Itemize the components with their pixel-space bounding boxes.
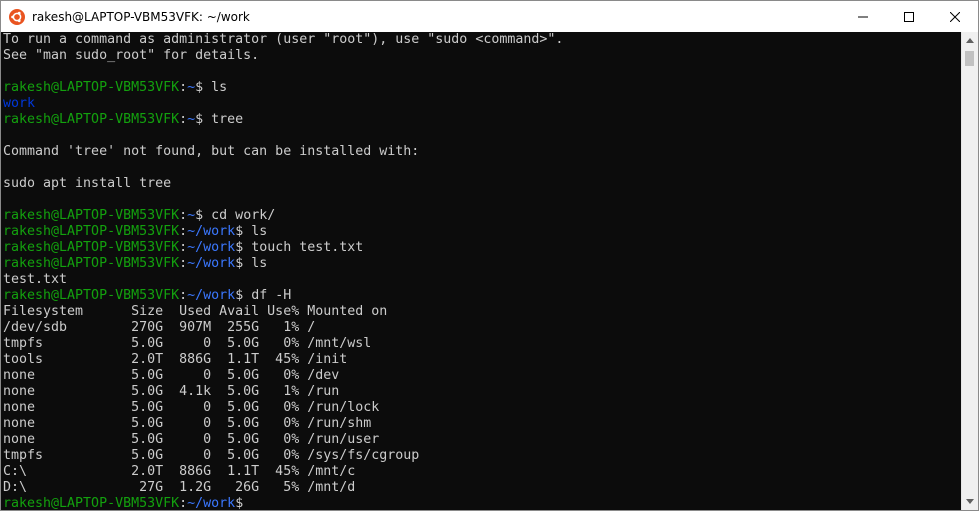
terminal-line: rakesh@LAPTOP-VBM53VFK:~/work$ ls <box>3 256 962 272</box>
terminal-line: tmpfs 5.0G 0 5.0G 0% /mnt/wsl <box>3 336 962 352</box>
terminal-text: : <box>179 256 188 271</box>
terminal-line: rakesh@LAPTOP-VBM53VFK:~/work$ ls <box>3 224 962 240</box>
terminal-text: To run a command as administrator (user … <box>3 32 564 47</box>
close-button[interactable] <box>932 1 978 32</box>
minimize-icon <box>858 16 868 17</box>
terminal-line: Filesystem Size Used Avail Use% Mounted … <box>3 304 962 320</box>
terminal-text: C:\ 2.0T 886G 1.1T 45% /mnt/c <box>3 464 356 479</box>
scroll-down-button[interactable] <box>962 493 978 510</box>
terminal-line: tmpfs 5.0G 0 5.0G 0% /sys/fs/cgroup <box>3 448 962 464</box>
minimize-button[interactable] <box>840 1 886 32</box>
terminal-line: rakesh@LAPTOP-VBM53VFK:~/work$ touch tes… <box>3 240 962 256</box>
terminal-text: : <box>179 80 188 95</box>
terminal-text: $ tree <box>195 112 244 127</box>
scroll-up-button[interactable] <box>962 32 978 49</box>
directory-entry: work <box>3 96 36 111</box>
prompt-path: ~/work <box>187 224 236 239</box>
terminal-line: none 5.0G 4.1k 5.0G 1% /run <box>3 384 962 400</box>
prompt-path: ~ <box>187 208 196 223</box>
terminal-text: $ ls <box>195 80 228 95</box>
terminal-text: none 5.0G 0 5.0G 0% /run/shm <box>3 416 372 431</box>
terminal-line: D:\ 27G 1.2G 26G 5% /mnt/d <box>3 480 962 496</box>
terminal-text: $ ls <box>235 256 268 271</box>
terminal-output[interactable]: To run a command as administrator (user … <box>1 32 962 510</box>
prompt-user-host: rakesh@LAPTOP-VBM53VFK <box>3 112 180 127</box>
prompt-user-host: rakesh@LAPTOP-VBM53VFK <box>3 256 180 271</box>
terminal-text: : <box>179 496 188 510</box>
terminal-text: test.txt <box>3 272 68 287</box>
terminal-line: rakesh@LAPTOP-VBM53VFK:~$ ls <box>3 80 962 96</box>
terminal-text: : <box>179 240 188 255</box>
terminal-text: tools 2.0T 886G 1.1T 45% /init <box>3 352 348 367</box>
terminal-text: sudo apt install tree <box>3 176 172 191</box>
terminal-text: : <box>179 224 188 239</box>
terminal-line: rakesh@LAPTOP-VBM53VFK:~$ tree <box>3 112 962 128</box>
prompt-path: ~/work <box>187 496 236 510</box>
terminal-line: Command 'tree' not found, but can be ins… <box>3 144 962 160</box>
terminal-text: $ cd work/ <box>195 208 276 223</box>
prompt-user-host: rakesh@LAPTOP-VBM53VFK <box>3 80 180 95</box>
terminal-line: none 5.0G 0 5.0G 0% /run/shm <box>3 416 962 432</box>
prompt-path: ~ <box>187 112 196 127</box>
prompt-user-host: rakesh@LAPTOP-VBM53VFK <box>3 288 180 303</box>
terminal-line: rakesh@LAPTOP-VBM53VFK:~/work$ df -H <box>3 288 962 304</box>
terminal-line: See "man sudo_root" for details. <box>3 48 962 64</box>
terminal-line: none 5.0G 0 5.0G 0% /run/user <box>3 432 962 448</box>
terminal-line: rakesh@LAPTOP-VBM53VFK:~$ cd work/ <box>3 208 962 224</box>
terminal-line: test.txt <box>3 272 962 288</box>
terminal-text: Filesystem Size Used Avail Use% Mounted … <box>3 304 388 319</box>
close-icon <box>950 11 960 22</box>
prompt-path: ~/work <box>187 256 236 271</box>
terminal-text: tmpfs 5.0G 0 5.0G 0% /sys/fs/cgroup <box>3 448 420 463</box>
maximize-button[interactable] <box>886 1 932 32</box>
terminal-line: C:\ 2.0T 886G 1.1T 45% /mnt/c <box>3 464 962 480</box>
terminal-line: none 5.0G 0 5.0G 0% /run/lock <box>3 400 962 416</box>
maximize-icon <box>904 11 914 22</box>
prompt-user-host: rakesh@LAPTOP-VBM53VFK <box>3 240 180 255</box>
terminal-line: rakesh@LAPTOP-VBM53VFK:~/work$ <box>3 496 962 510</box>
terminal-text: $ ls <box>235 224 268 239</box>
terminal-text: tmpfs 5.0G 0 5.0G 0% /mnt/wsl <box>3 336 372 351</box>
terminal-text: See "man sudo_root" for details. <box>3 48 260 63</box>
prompt-path: ~ <box>187 80 196 95</box>
caret-up-icon <box>966 38 974 43</box>
terminal-text: : <box>179 112 188 127</box>
terminal-text: none 5.0G 0 5.0G 0% /run/lock <box>3 400 380 415</box>
caret-down-icon <box>966 499 974 504</box>
terminal-text: $ df -H <box>235 288 292 303</box>
terminal-text: none 5.0G 0 5.0G 0% /run/user <box>3 432 380 447</box>
prompt-path: ~/work <box>187 288 236 303</box>
terminal-line: work <box>3 96 962 112</box>
window-title: rakesh@LAPTOP-VBM53VFK: ~/work <box>32 9 250 24</box>
window-controls <box>840 1 978 32</box>
terminal-text: none 5.0G 4.1k 5.0G 1% /run <box>3 384 340 399</box>
prompt-user-host: rakesh@LAPTOP-VBM53VFK <box>3 496 180 510</box>
terminal-text: /dev/sdb 270G 907M 255G 1% / <box>3 320 316 335</box>
terminal-line: none 5.0G 0 5.0G 0% /dev <box>3 368 962 384</box>
terminal-line: /dev/sdb 270G 907M 255G 1% / <box>3 320 962 336</box>
terminal-text: : <box>179 208 188 223</box>
terminal-window: rakesh@LAPTOP-VBM53VFK: ~/work To run a … <box>0 0 979 511</box>
scrollbar-thumb[interactable] <box>965 51 974 66</box>
prompt-user-host: rakesh@LAPTOP-VBM53VFK <box>3 224 180 239</box>
terminal-text: D:\ 27G 1.2G 26G 5% /mnt/d <box>3 480 356 495</box>
vertical-scrollbar[interactable] <box>961 32 978 510</box>
terminal-line: tools 2.0T 886G 1.1T 45% /init <box>3 352 962 368</box>
terminal-line: sudo apt install tree <box>3 176 962 192</box>
ubuntu-logo-icon <box>9 8 25 25</box>
terminal-text: $ touch test.txt <box>235 240 364 255</box>
terminal-line: To run a command as administrator (user … <box>3 32 962 48</box>
prompt-path: ~/work <box>187 240 236 255</box>
terminal-text: : <box>179 288 188 303</box>
title-bar[interactable]: rakesh@LAPTOP-VBM53VFK: ~/work <box>1 1 978 32</box>
terminal-text: Command 'tree' not found, but can be ins… <box>3 144 420 159</box>
prompt-user-host: rakesh@LAPTOP-VBM53VFK <box>3 208 180 223</box>
terminal-text: $ <box>235 496 252 510</box>
terminal-text: none 5.0G 0 5.0G 0% /dev <box>3 368 340 383</box>
